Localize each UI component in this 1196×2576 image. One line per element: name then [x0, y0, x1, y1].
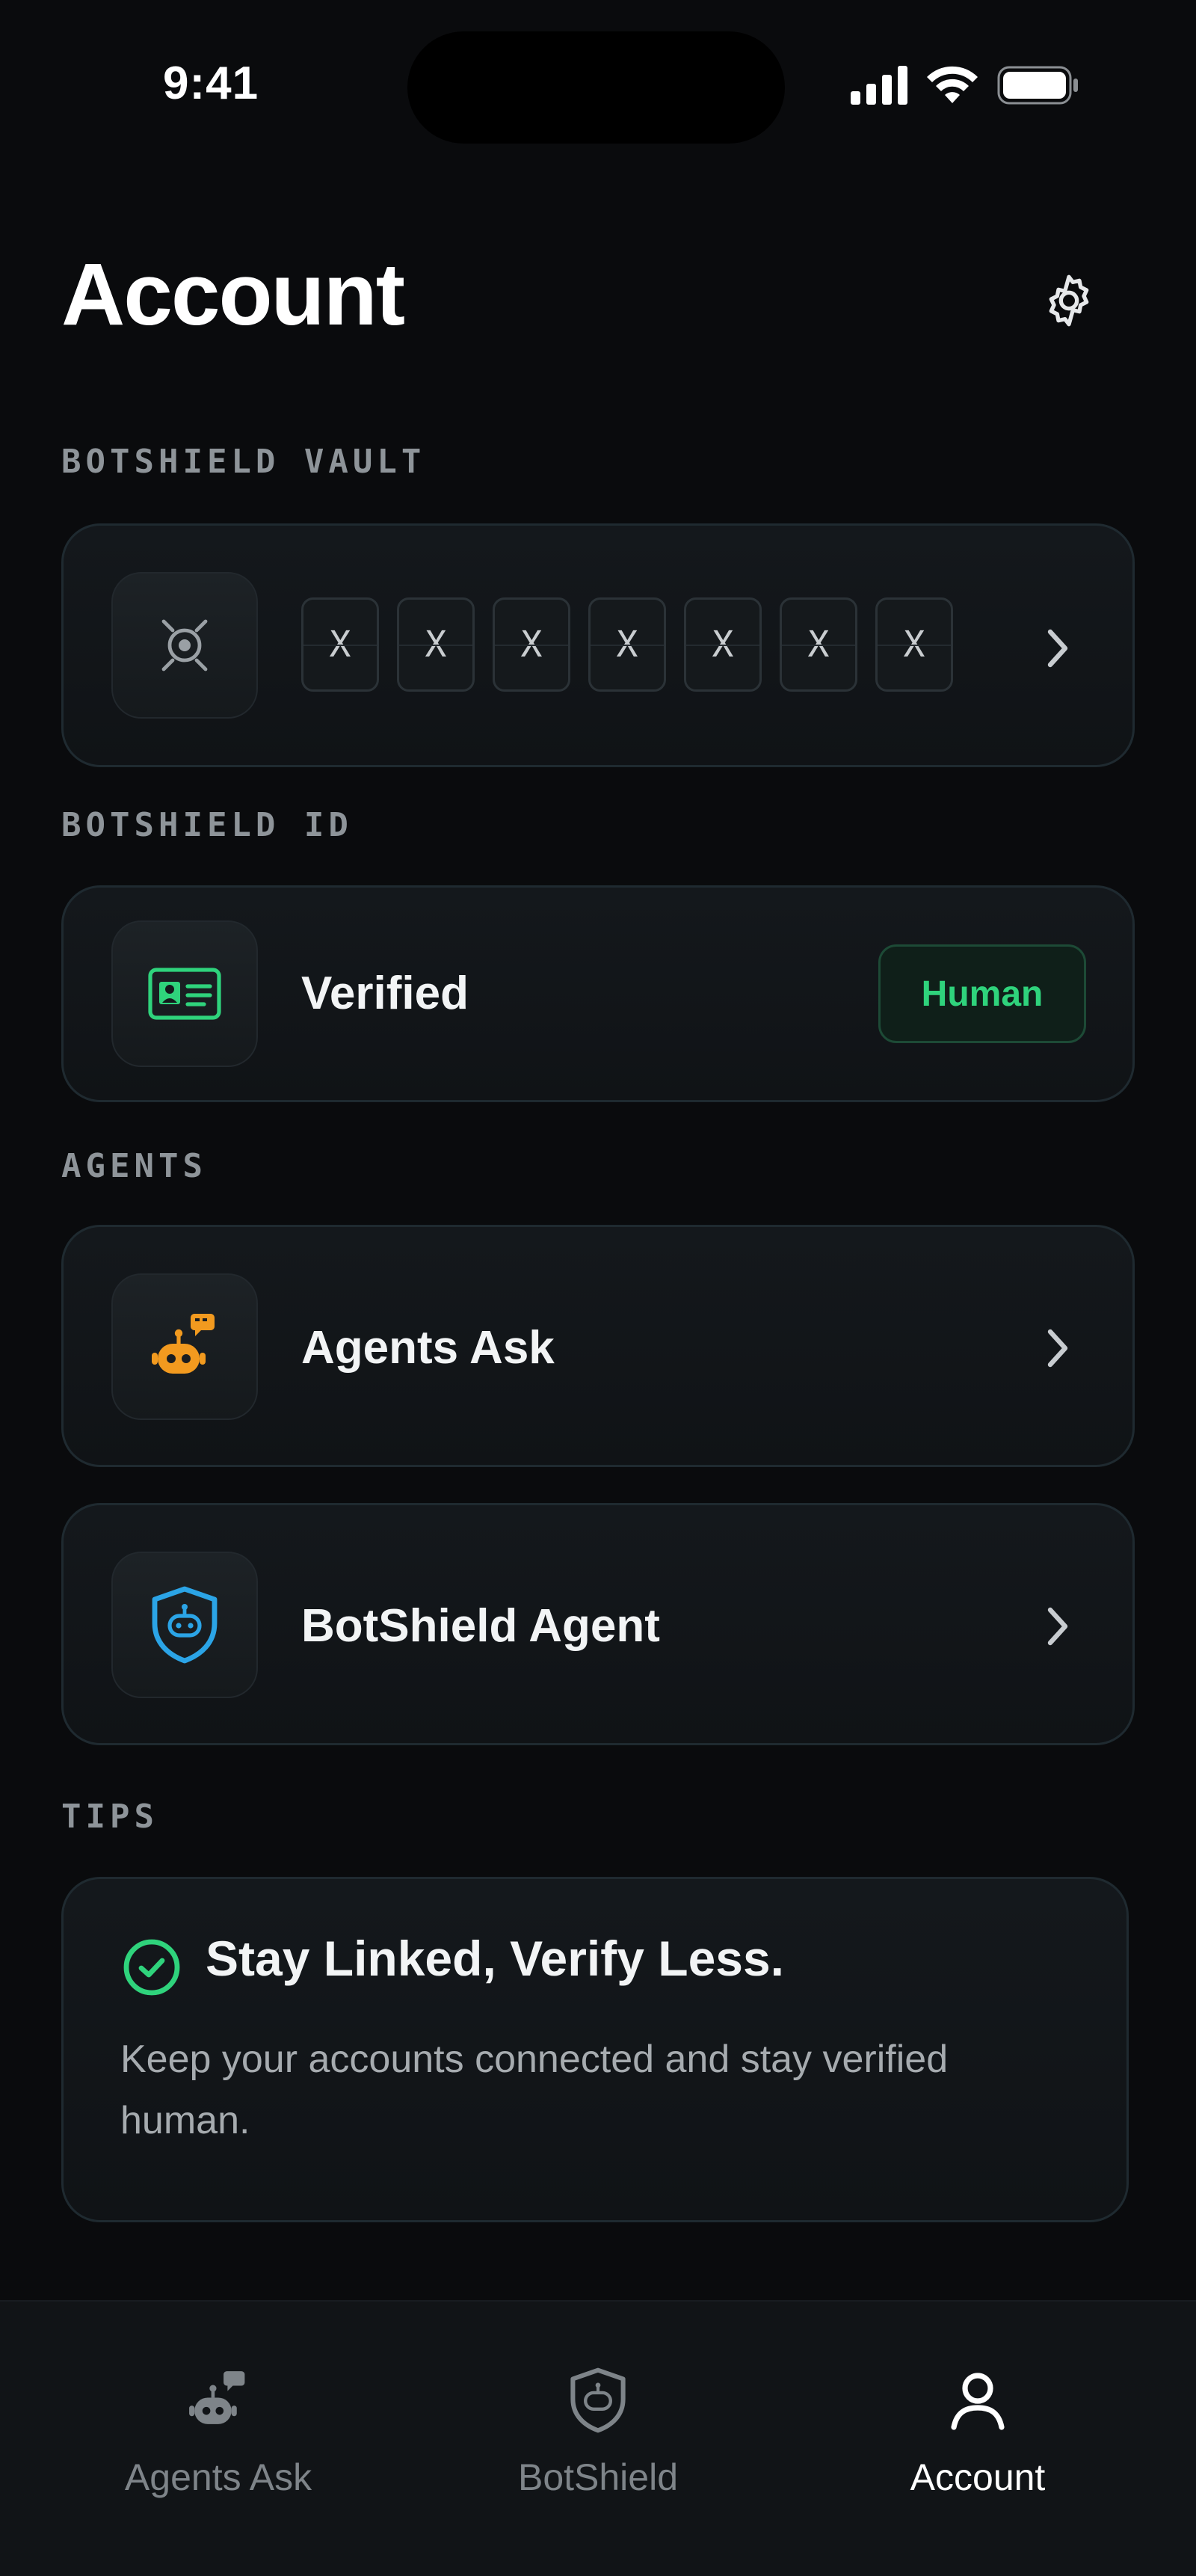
signal-icon — [851, 66, 907, 105]
pin-digit: X — [875, 597, 953, 692]
shield-robot-icon — [111, 1552, 258, 1698]
status-time: 9:41 — [163, 58, 259, 109]
vault-card[interactable]: X X X X X X X — [61, 523, 1135, 767]
robot-chat-icon — [181, 2363, 256, 2438]
human-badge: Human — [878, 944, 1086, 1043]
botshield-agent-row[interactable]: BotShield Agent — [61, 1503, 1135, 1745]
tab-label: BotShield — [517, 2456, 679, 2498]
section-label-tips: TIPS — [61, 1798, 158, 1836]
dynamic-island — [407, 31, 785, 144]
battery-icon — [997, 66, 1078, 105]
tips-card: Stay Linked, Verify Less. Keep your acco… — [61, 1877, 1129, 2222]
botshield-agent-label: BotShield Agent — [301, 1600, 660, 1652]
tab-label: Agents Ask — [124, 2456, 312, 2498]
chevron-right-icon — [1047, 629, 1068, 668]
tips-title: Stay Linked, Verify Less. — [206, 1931, 785, 1986]
agents-ask-label: Agents Ask — [301, 1322, 555, 1374]
pin-digit: X — [301, 597, 379, 692]
check-circle-icon — [123, 1939, 180, 1996]
pin-digit: X — [684, 597, 762, 692]
pin-digit: X — [780, 597, 857, 692]
chevron-right-icon — [1047, 1329, 1068, 1368]
section-label-id: BOTSHIELD ID — [61, 806, 353, 844]
user-icon — [940, 2363, 1015, 2438]
page-title: Account — [61, 245, 405, 344]
id-status: Verified — [301, 968, 469, 1019]
vault-pin: X X X X X X X — [301, 597, 953, 692]
id-card-icon — [111, 920, 258, 1067]
pin-digit: X — [588, 597, 666, 692]
tab-bar: Agents Ask BotShield Account — [0, 2300, 1196, 2576]
wifi-icon — [927, 66, 978, 103]
tab-botshield[interactable]: BotShield — [449, 2302, 748, 2526]
status-icons — [851, 66, 1079, 105]
vault-icon — [111, 572, 258, 719]
tips-body: Keep your accounts connected and stay ve… — [120, 2038, 949, 2142]
tab-agents-ask[interactable]: Agents Ask — [69, 2302, 368, 2526]
agents-ask-row[interactable]: Agents Ask — [61, 1225, 1135, 1467]
pin-digit: X — [397, 597, 475, 692]
shield-icon — [561, 2363, 635, 2438]
section-label-agents: AGENTS — [61, 1147, 207, 1185]
id-card[interactable]: Verified Human — [61, 885, 1135, 1102]
pin-digit: X — [493, 597, 570, 692]
tab-account[interactable]: Account — [828, 2302, 1127, 2526]
robot-chat-icon — [111, 1273, 258, 1420]
tab-label: Account — [910, 2456, 1046, 2498]
chevron-right-icon — [1047, 1607, 1068, 1646]
gear-icon[interactable] — [1039, 271, 1099, 331]
status-bar: 9:41 — [0, 0, 1196, 172]
section-label-vault: BOTSHIELD VAULT — [61, 443, 426, 481]
